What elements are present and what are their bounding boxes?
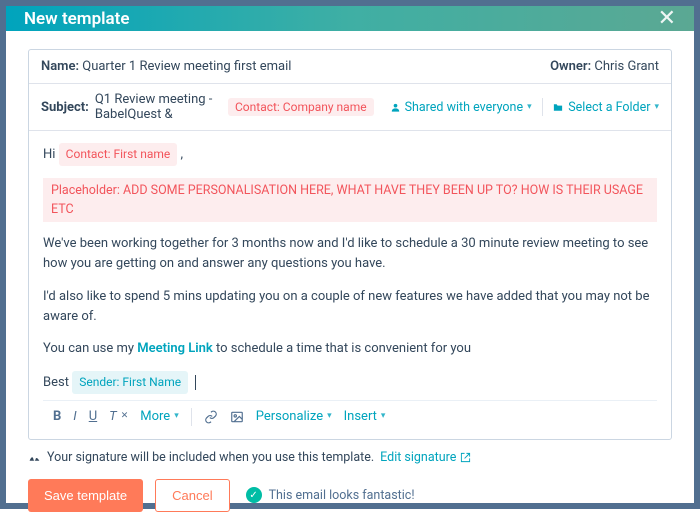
- user-icon: [390, 102, 401, 113]
- owner-value: Chris Grant: [594, 59, 659, 74]
- body-paragraph-3: You can use my Meeting Link to schedule …: [43, 339, 657, 359]
- new-template-modal: New template ✕ Name: Quarter 1 Review me…: [0, 0, 700, 509]
- greeting-line: Hi Contact: First name ,: [43, 143, 657, 166]
- chevron-down-icon: ▾: [527, 102, 532, 112]
- email-body-editor[interactable]: Hi Contact: First name , Placeholder: AD…: [29, 131, 671, 439]
- sharing-label: Shared with everyone: [405, 100, 524, 115]
- bold-button[interactable]: B: [53, 407, 61, 427]
- signature-notice: Your signature will be included when you…: [28, 450, 672, 465]
- email-status: ✓ This email looks fantastic!: [246, 487, 415, 503]
- owner-field: Owner: Chris Grant: [550, 59, 659, 74]
- greeting-post: ,: [180, 147, 183, 162]
- name-field[interactable]: Name: Quarter 1 Review meeting first ema…: [41, 59, 291, 74]
- subject-row: Subject: Q1 Review meeting - BabelQuest …: [29, 84, 671, 131]
- external-link-icon: [460, 452, 471, 463]
- personalisation-placeholder-token[interactable]: Placeholder: ADD SOME PERSONALISATION HE…: [43, 178, 657, 223]
- text-cursor: [195, 375, 199, 390]
- owner-label: Owner:: [550, 59, 591, 74]
- more-label: More: [140, 407, 170, 427]
- greeting-pre: Hi: [43, 147, 55, 162]
- chevron-down-icon: ▾: [654, 102, 659, 112]
- insert-link-button[interactable]: [204, 410, 218, 424]
- subject-label: Subject:: [41, 100, 89, 115]
- insert-dropdown[interactable]: Insert ▾: [344, 407, 386, 427]
- chevron-down-icon: ▾: [381, 410, 386, 424]
- clear-formatting-button[interactable]: T✕: [109, 407, 128, 427]
- signature-text: Your signature will be included when you…: [47, 450, 374, 465]
- modal-content: Name: Quarter 1 Review meeting first ema…: [6, 31, 694, 528]
- subject-input[interactable]: Q1 Review meeting - BabelQuest &: [95, 92, 222, 122]
- folder-dropdown[interactable]: Select a Folder ▾: [552, 100, 659, 115]
- link-icon: [204, 410, 218, 424]
- name-label: Name:: [41, 59, 79, 74]
- modal-header: New template ✕: [6, 6, 694, 31]
- status-text: This email looks fantastic!: [269, 488, 415, 503]
- more-dropdown[interactable]: More ▾: [140, 407, 178, 427]
- divider: [542, 98, 543, 116]
- modal-footer: Save template Cancel ✓ This email looks …: [28, 479, 672, 512]
- italic-button[interactable]: I: [73, 407, 76, 427]
- folder-label: Select a Folder: [568, 100, 650, 115]
- underline-button[interactable]: U: [89, 407, 97, 427]
- template-editor: Name: Quarter 1 Review meeting first ema…: [28, 49, 672, 440]
- first-name-token[interactable]: Contact: First name: [59, 143, 178, 166]
- body-paragraph-2: I'd also like to spend 5 mins updating y…: [43, 287, 657, 327]
- name-owner-row: Name: Quarter 1 Review meeting first ema…: [29, 50, 671, 84]
- insert-image-button[interactable]: [230, 410, 244, 424]
- personalize-label: Personalize: [256, 407, 323, 427]
- close-icon[interactable]: ✕: [658, 6, 676, 31]
- edit-signature-link[interactable]: Edit signature: [380, 450, 471, 465]
- sender-first-name-token[interactable]: Sender: First Name: [72, 371, 188, 394]
- subject-company-token[interactable]: Contact: Company name: [228, 98, 374, 116]
- meeting-link[interactable]: Meeting Link: [137, 341, 213, 356]
- folder-icon: [552, 102, 564, 113]
- personalize-dropdown[interactable]: Personalize ▾: [256, 407, 332, 427]
- chevron-down-icon: ▾: [327, 410, 332, 424]
- check-circle-icon: ✓: [246, 487, 262, 503]
- toolbar-separator: [191, 408, 192, 426]
- cancel-button[interactable]: Cancel: [155, 479, 229, 512]
- chevron-down-icon: ▾: [174, 410, 179, 424]
- insert-label: Insert: [344, 407, 377, 427]
- name-value: Quarter 1 Review meeting first email: [82, 59, 291, 74]
- signoff-pre: Best: [43, 375, 69, 390]
- sharing-dropdown[interactable]: Shared with everyone ▾: [390, 100, 532, 115]
- signoff-line: Best Sender: First Name: [43, 371, 657, 394]
- modal-title: New template: [24, 9, 130, 29]
- save-template-button[interactable]: Save template: [28, 479, 143, 512]
- editor-toolbar: B I U T✕ More ▾ Pers: [43, 400, 657, 433]
- signature-icon: [28, 451, 41, 464]
- body-paragraph-1: We've been working together for 3 months…: [43, 234, 657, 274]
- image-icon: [230, 410, 244, 424]
